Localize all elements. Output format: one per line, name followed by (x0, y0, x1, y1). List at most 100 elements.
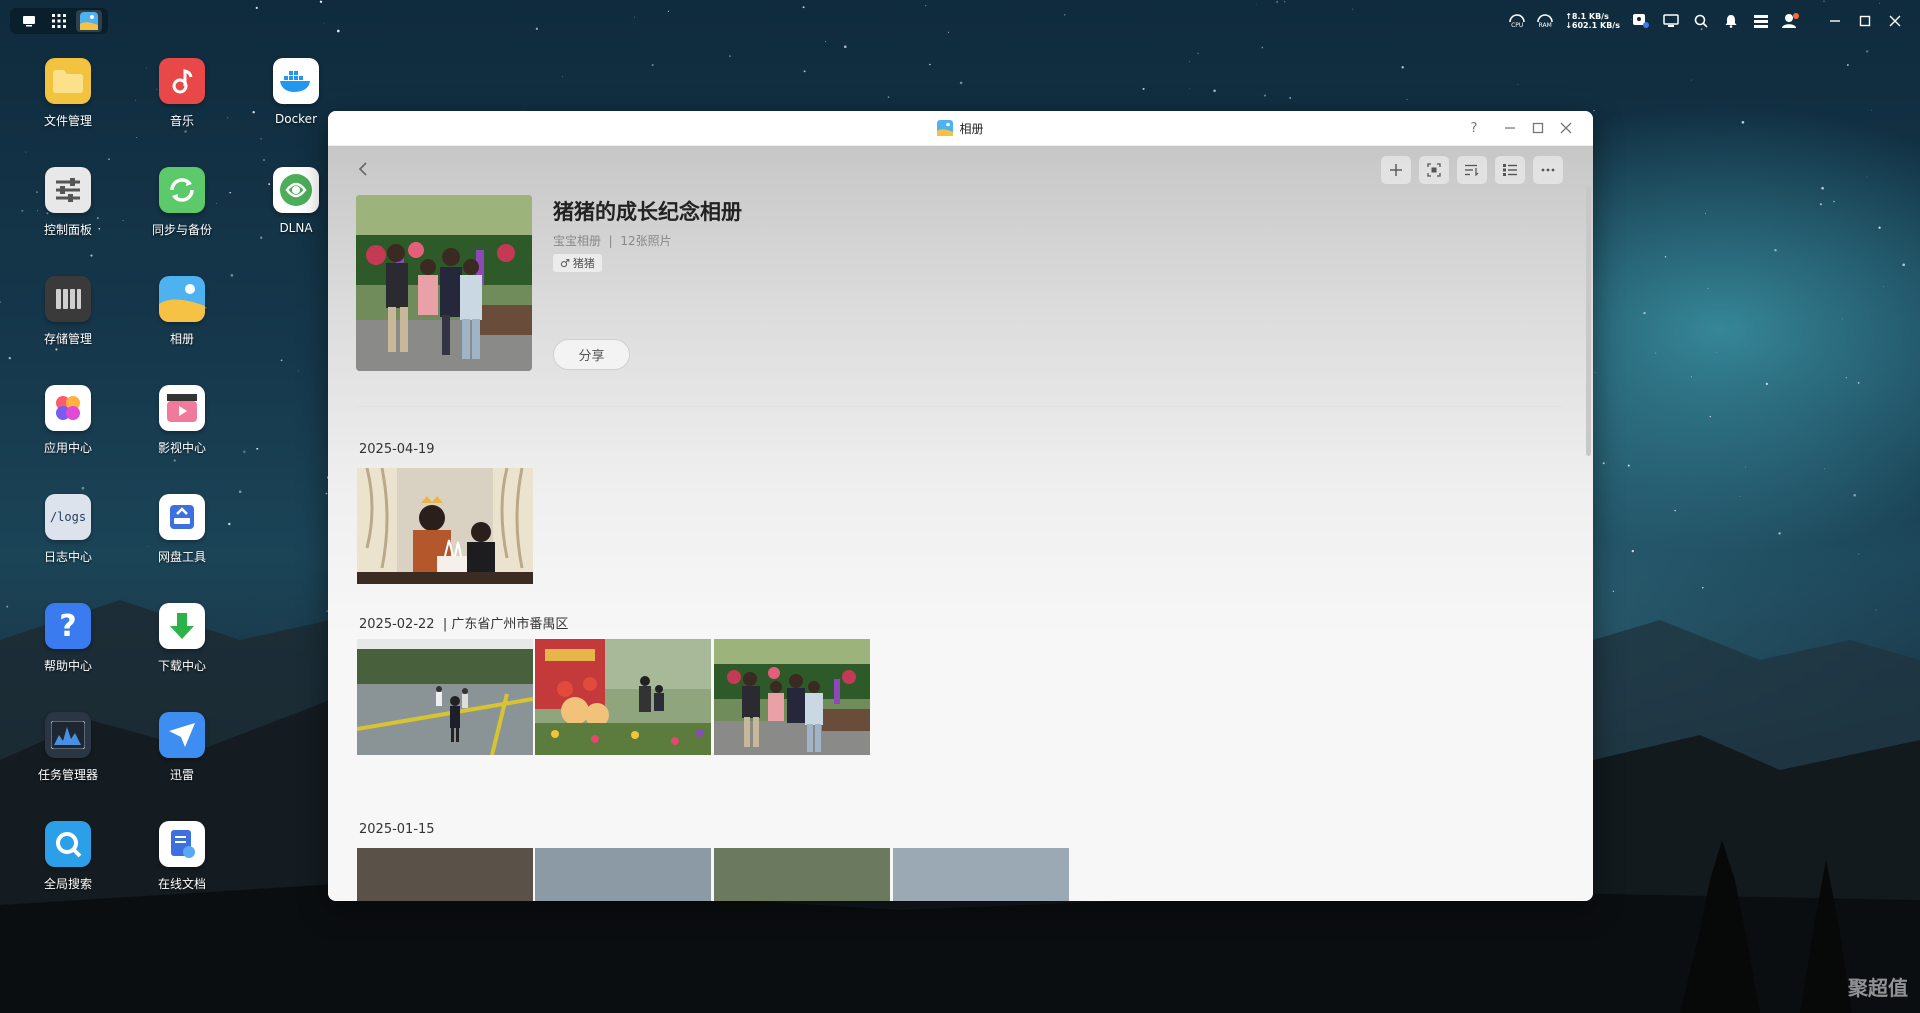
photo-thumbnail[interactable] (893, 848, 1069, 901)
window-titlebar[interactable]: 相册 ? (328, 111, 1593, 146)
taskbar-photo-album[interactable] (76, 10, 102, 32)
cloud-drive-icon (159, 494, 205, 540)
desktop-icon-thunder[interactable]: 迅雷 (132, 704, 232, 804)
desktop-icon-label: 存储管理 (43, 332, 92, 346)
desktop-icon-help[interactable]: ? 帮助中心 (18, 595, 118, 695)
close-icon (1889, 15, 1901, 27)
user-badge-icon (1633, 14, 1649, 28)
desktop-icon-label: 音乐 (169, 114, 194, 128)
app-launcher-button[interactable] (46, 10, 72, 32)
desktop-icon-folder[interactable]: 文件管理 (18, 50, 118, 150)
screen-icon (1663, 14, 1679, 27)
desktop-icon-label: 同步与备份 (151, 223, 212, 237)
more-icon (1541, 168, 1555, 172)
desktop-icon-task-manager[interactable]: 任务管理器 (18, 704, 118, 804)
cpu-gauge[interactable]: CPU (1509, 13, 1526, 29)
search-icon (1694, 14, 1708, 28)
net-up-row: ↑8.1 KB/s (1565, 12, 1609, 21)
add-photo-button[interactable] (1381, 156, 1411, 184)
desktop-icon-global-search[interactable]: 全局搜索 (18, 813, 118, 913)
window-title-group: 相册 (328, 111, 1593, 145)
photo-thumbnail[interactable] (357, 639, 533, 755)
show-desktop-button[interactable] (16, 10, 42, 32)
task-manager-icon (45, 712, 91, 758)
notification-button[interactable] (1722, 12, 1740, 30)
folder-icon (45, 58, 91, 104)
log-icon: /logs (45, 494, 91, 540)
search-button[interactable] (1692, 12, 1710, 30)
content-scrollbar[interactable] (1586, 186, 1591, 456)
sort-button[interactable] (1457, 156, 1487, 184)
desktop-icon-download[interactable]: 下载中心 (132, 595, 232, 695)
desktop-icon-sync[interactable]: 同步与备份 (132, 159, 232, 259)
desktop-icon-app-center[interactable]: 应用中心 (18, 377, 118, 477)
window-minimize-button[interactable] (1501, 119, 1519, 137)
desktop-icon-sliders[interactable]: 控制面板 (18, 159, 118, 259)
desktop-icon-cloud-drive[interactable]: 网盘工具 (132, 486, 232, 586)
window-maximize-button[interactable] (1529, 119, 1547, 137)
birthday-photo (357, 468, 533, 584)
desktop-maximize-button[interactable] (1856, 12, 1874, 30)
desktop-icon-storage[interactable]: 存储管理 (18, 268, 118, 368)
net-up-value: 8.1 KB/s (1571, 12, 1609, 21)
account-button[interactable] (1782, 12, 1800, 30)
group-location: | 广东省广州市番禺区 (442, 617, 569, 632)
docker-icon (273, 58, 319, 104)
photo-thumbnail[interactable] (535, 848, 711, 901)
more-options-button[interactable] (1533, 156, 1563, 184)
chevron-left-icon (358, 162, 367, 176)
album-cover-image[interactable] (356, 195, 532, 371)
desktop-icon-label: 相册 (169, 332, 194, 346)
group-date: 2025-01-15 (359, 822, 435, 837)
desktop-icon-video-center[interactable]: 影视中心 (132, 377, 232, 477)
ram-label: RAM (1538, 22, 1552, 29)
window-close-button[interactable] (1557, 119, 1575, 137)
album-title: 猪猪的成长纪念相册 (553, 200, 742, 224)
date-group-label: 2025-01-15 (359, 822, 435, 837)
ram-gauge[interactable]: RAM (1537, 13, 1554, 29)
music-icon (159, 58, 205, 104)
person-tag[interactable]: ♂ 猪猪 (553, 254, 602, 272)
screen-button[interactable] (1662, 12, 1680, 30)
minimize-icon (1830, 20, 1840, 22)
net-down-row: ↓602.1 KB/s (1565, 21, 1620, 30)
thunder-icon (159, 712, 205, 758)
cpu-label: CPU (1511, 22, 1524, 29)
desktop-icon-label: 下载中心 (157, 659, 206, 673)
album-content: 猪猪的成长纪念相册 宝宝相册 | 12张照片 ♂ 猪猪 分享 2025-04-1… (328, 146, 1593, 901)
desktop-minimize-button[interactable] (1826, 12, 1844, 30)
desktop-icon-photo-album[interactable]: 相册 (132, 268, 232, 368)
bell-icon (1725, 15, 1737, 28)
view-mode-button[interactable] (1495, 156, 1525, 184)
desktop-icon-log[interactable]: /logs 日志中心 (18, 486, 118, 586)
desktop-close-button[interactable] (1886, 12, 1904, 30)
photo-album-icon (937, 120, 954, 136)
photo-thumbnail[interactable] (714, 639, 870, 755)
maximize-icon (1859, 15, 1871, 27)
album-photo-count: 12张照片 (620, 234, 672, 248)
widgets-button[interactable] (1752, 12, 1770, 30)
share-button[interactable]: 分享 (553, 339, 630, 370)
widgets-icon (1754, 15, 1768, 28)
photo-thumbnail[interactable] (714, 848, 890, 901)
watermark-logo: 聚超值 (1848, 976, 1908, 1000)
desktop-icon-label: 文件管理 (43, 114, 92, 128)
back-button[interactable] (352, 158, 374, 180)
sliders-icon (45, 167, 91, 213)
photo-thumbnail[interactable] (357, 848, 533, 901)
window-title: 相册 (959, 121, 984, 136)
desktop-icon-online-doc[interactable]: 在线文档 (132, 813, 232, 913)
sync-icon (159, 167, 205, 213)
storage-icon (45, 276, 91, 322)
park-photo (357, 639, 533, 755)
window-help-button[interactable]: ? (1465, 119, 1483, 137)
network-speed[interactable]: ↑8.1 KB/s ↓602.1 KB/s (1565, 12, 1620, 30)
monitor-icon (23, 16, 35, 27)
photo-thumbnail[interactable] (357, 468, 533, 584)
desktop-icon-music[interactable]: 音乐 (132, 50, 232, 150)
account-icon (1782, 13, 1799, 28)
photo-thumbnail[interactable] (535, 639, 711, 755)
user-badge-button[interactable] (1632, 12, 1650, 30)
desktop-icon-label: 全局搜索 (43, 877, 92, 891)
select-button[interactable] (1419, 156, 1449, 184)
